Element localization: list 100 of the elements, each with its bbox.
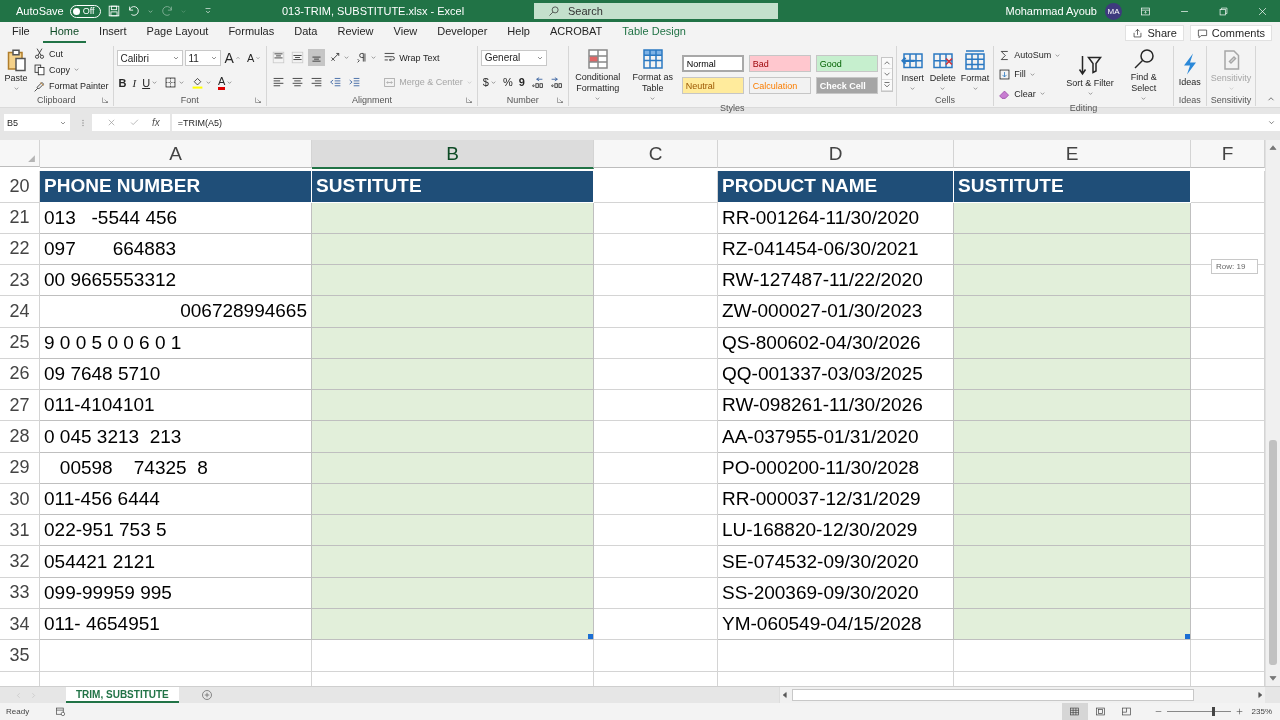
table-header[interactable]: PRODUCT NAME (718, 171, 954, 203)
table-cell[interactable] (594, 452, 718, 484)
row-number[interactable]: 28 (0, 421, 40, 453)
dropdown-field[interactable]: 11 (184, 50, 221, 66)
dialog-launcher-icon[interactable] (100, 96, 109, 104)
close-icon[interactable] (1257, 5, 1268, 17)
menu-tab[interactable]: Formulas (221, 25, 282, 43)
table-cell[interactable] (312, 609, 594, 641)
table-cell[interactable] (312, 296, 594, 328)
table-header[interactable]: PHONE NUMBER (40, 171, 312, 203)
conditional-formatting-button[interactable]: Conditional Formatting (571, 46, 624, 103)
row-number[interactable]: 31 (0, 515, 40, 547)
table-cell[interactable] (594, 202, 718, 234)
menu-tab[interactable]: ACROBAT (542, 25, 610, 43)
table-cell[interactable] (594, 358, 718, 391)
row-number[interactable]: 32 (0, 546, 40, 578)
scrollbar-thumb[interactable] (792, 689, 1194, 701)
dialog-launcher-icon[interactable] (464, 96, 473, 104)
menu-tab[interactable]: File (5, 25, 37, 43)
table-cell[interactable] (594, 390, 718, 422)
column-header[interactable]: C (594, 140, 718, 168)
scrollbar-thumb[interactable] (1269, 440, 1277, 665)
slider-thumb[interactable] (1211, 707, 1215, 716)
row-number[interactable]: 35 (0, 640, 40, 672)
table-cell[interactable]: 09 7648 5710 (40, 358, 312, 391)
row-number[interactable]: 29 (0, 452, 40, 484)
table-cell[interactable] (954, 296, 1191, 328)
clear-button[interactable]: Clear (997, 86, 1063, 102)
row-number[interactable]: 21 (0, 202, 40, 234)
sheet-tab[interactable]: TRIM, SUBSTITUTE (66, 687, 179, 703)
table-cell[interactable]: PO-000200-11/30/2028 (718, 452, 954, 484)
caret-icon[interactable] (881, 58, 892, 69)
dialog-launcher-icon[interactable] (555, 96, 564, 104)
table-cell[interactable]: 00598 74325 8 (40, 452, 312, 484)
menu-tab[interactable]: Help (500, 25, 537, 43)
row-number[interactable]: 24 (0, 296, 40, 328)
table-cell[interactable] (594, 515, 718, 547)
table-header[interactable]: SUSTITUTE (312, 171, 594, 203)
more-icon[interactable] (881, 80, 892, 91)
table-cell[interactable] (312, 202, 594, 234)
table-cell[interactable] (312, 390, 594, 422)
ribbon-display-icon[interactable] (1140, 5, 1151, 17)
number-format-button[interactable]: $ (480, 75, 499, 89)
row-number[interactable]: 27 (0, 390, 40, 422)
underline-button[interactable]: U (140, 75, 161, 90)
table-cell[interactable] (954, 640, 1191, 672)
menu-tab[interactable]: Data (287, 25, 325, 43)
menu-tab[interactable]: Page Layout (139, 25, 216, 43)
table-header[interactable]: SUSTITUTE (954, 171, 1191, 203)
table-cell[interactable] (312, 265, 594, 297)
row-number[interactable]: 23 (0, 265, 40, 297)
row-number[interactable]: 30 (0, 483, 40, 516)
font-color-button[interactable]: A (216, 74, 236, 91)
table-cell[interactable] (312, 327, 594, 359)
table-cell[interactable] (954, 483, 1191, 516)
table-cell[interactable] (594, 233, 718, 266)
table-cell[interactable] (954, 577, 1191, 609)
table-cell[interactable] (312, 640, 594, 672)
fill-handle[interactable] (588, 634, 593, 640)
table-cell[interactable] (954, 515, 1191, 547)
number-format-button[interactable]: % (500, 75, 515, 89)
row-number[interactable]: 33 (0, 577, 40, 609)
table-cell[interactable] (954, 421, 1191, 453)
insert-function-button[interactable]: fx (152, 117, 160, 128)
column-header[interactable]: B (312, 140, 594, 169)
table-cell[interactable] (594, 265, 718, 297)
table-cell[interactable] (594, 546, 718, 578)
view-button[interactable] (1061, 703, 1088, 720)
share-button[interactable]: Share (1125, 25, 1184, 41)
menu-tab[interactable]: Developer (430, 25, 495, 43)
table-cell[interactable]: 006728994665 (40, 296, 312, 328)
table-cell[interactable]: 011-4104101 (40, 390, 312, 422)
dropdown-field[interactable]: Calibri (116, 50, 183, 66)
table-cell[interactable] (954, 233, 1191, 266)
table-cell[interactable] (312, 483, 594, 516)
table-cell[interactable] (312, 358, 594, 391)
menu-tab[interactable]: Review (330, 25, 381, 43)
menu-tab[interactable]: Insert (92, 25, 134, 43)
table-cell[interactable] (954, 452, 1191, 484)
table-cell[interactable]: 0 045 3213 213 (40, 421, 312, 453)
table-cell[interactable]: 097 664883 (40, 233, 312, 266)
autosum-button[interactable]: AutoSum (997, 47, 1063, 63)
fill-button[interactable]: Fill (997, 67, 1063, 82)
table-cell[interactable] (312, 233, 594, 266)
menu-tab[interactable]: View (386, 25, 425, 43)
delete-button[interactable]: Delete (928, 47, 957, 93)
search-field[interactable]: Search (534, 3, 778, 19)
italic-button[interactable]: I (130, 75, 139, 90)
row-number[interactable]: 22 (0, 233, 40, 266)
table-cell[interactable] (954, 202, 1191, 234)
row-number[interactable]: 34 (0, 609, 40, 641)
dropdown-field[interactable]: General (480, 49, 547, 66)
cut-button[interactable]: Cut (32, 46, 110, 62)
table-cell[interactable] (594, 483, 718, 516)
cell-style-button[interactable]: Neutral (681, 77, 744, 94)
find-select-button[interactable]: Find & Select (1117, 46, 1170, 103)
column-header[interactable]: E (954, 140, 1191, 168)
table-cell[interactable] (312, 452, 594, 484)
formula-field[interactable]: =TRIM(A5) (171, 114, 1280, 131)
table-cell[interactable]: QS-800602-04/30/2026 (718, 327, 954, 359)
